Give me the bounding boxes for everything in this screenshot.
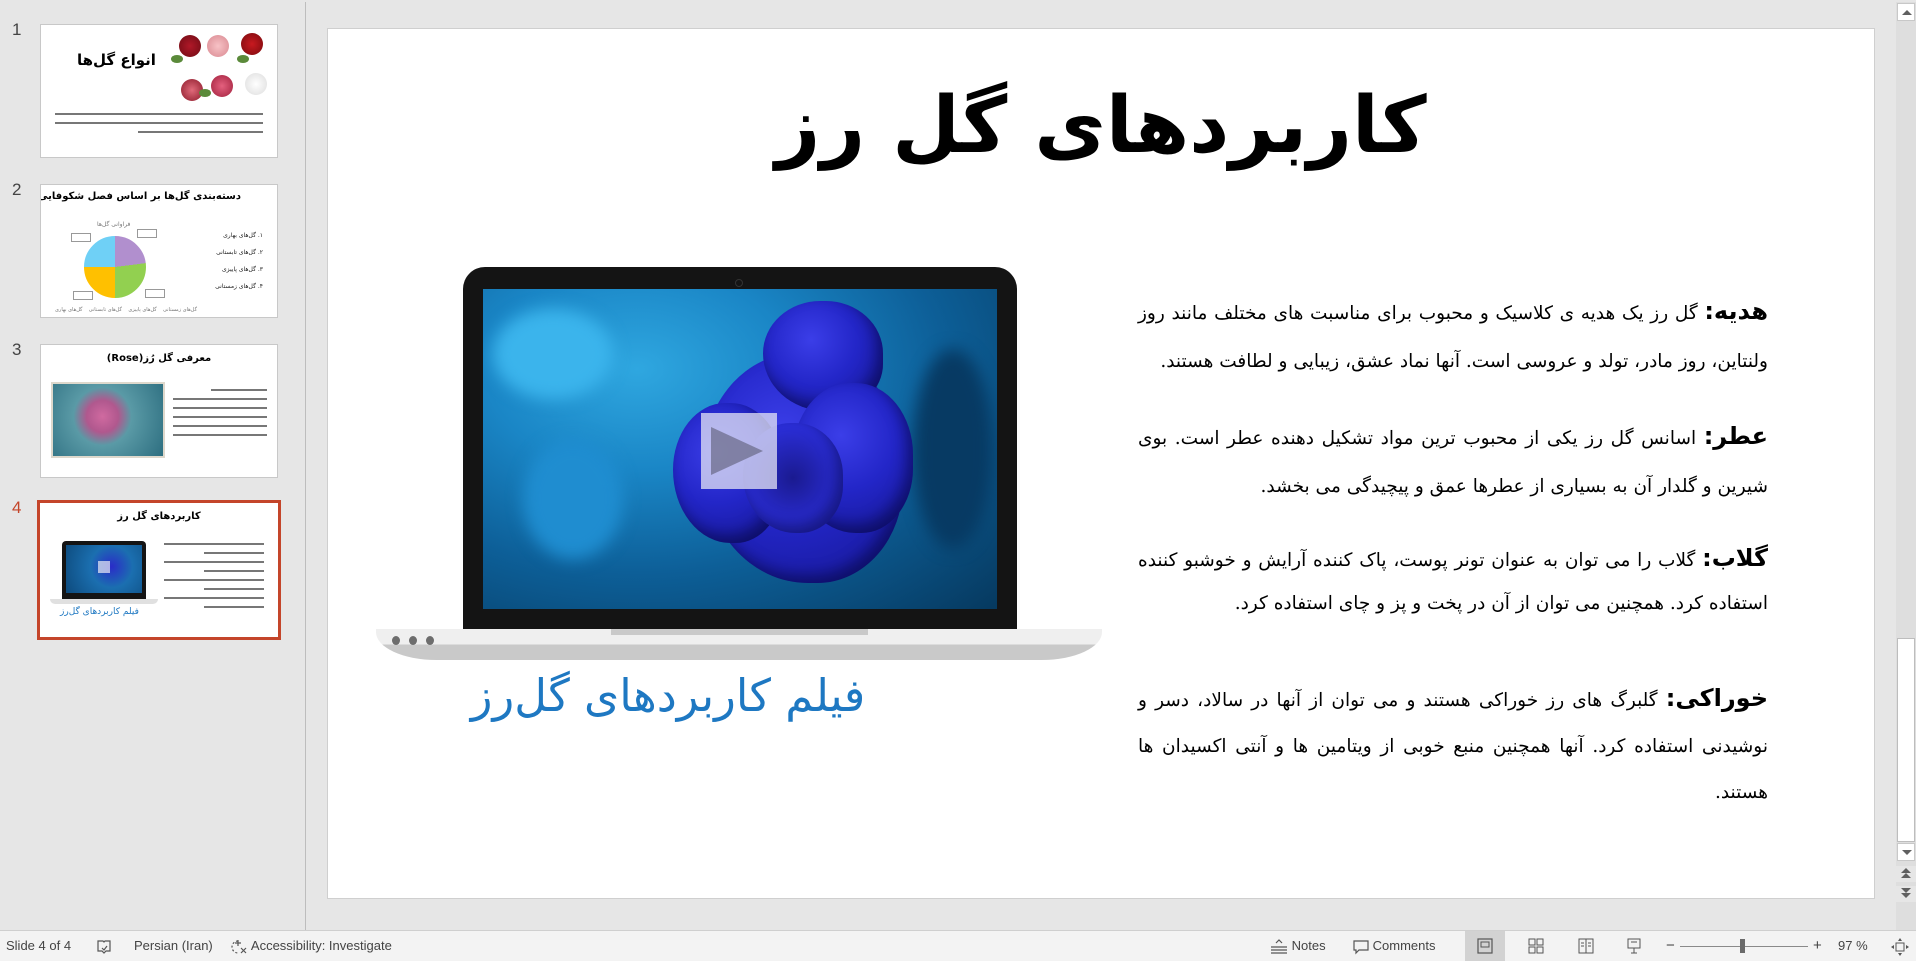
slide-thumbnail-2[interactable]: دسته‌بندی گل‌ها بر اساس فصل شکوفایی فراو… bbox=[40, 184, 278, 318]
indicator-dot bbox=[409, 636, 417, 645]
vertical-scrollbar[interactable] bbox=[1896, 2, 1916, 930]
arrow-up-icon bbox=[1902, 10, 1912, 15]
thumbnail-caption: فیلم کاربردهای گل‌رز bbox=[60, 607, 139, 617]
reading-view-button[interactable] bbox=[1566, 931, 1606, 961]
previous-slide-button[interactable] bbox=[1896, 866, 1916, 882]
thumbnail-text bbox=[55, 113, 263, 140]
paragraph-keyword: عطر: bbox=[1703, 422, 1768, 450]
scroll-down-button[interactable] bbox=[1897, 843, 1915, 861]
slide-sorter-button[interactable] bbox=[1516, 931, 1556, 961]
fit-window-icon bbox=[1891, 937, 1909, 956]
thumbnail-text bbox=[173, 389, 267, 443]
paragraph-text: اسانس گل رز یکی از محبوب ترین مواد تشکیل… bbox=[1138, 428, 1768, 497]
double-arrow-down-icon-part bbox=[1901, 893, 1911, 898]
thumbnail-title: انواع گل‌ها bbox=[77, 51, 156, 69]
scrollbar-thumb[interactable] bbox=[1897, 638, 1915, 842]
thumbnail-number: 3 bbox=[12, 340, 22, 359]
pie-chart bbox=[83, 235, 147, 299]
comments-button[interactable]: Comments bbox=[1353, 931, 1435, 961]
laptop-thumbnail bbox=[62, 541, 146, 599]
arrow-down-icon bbox=[1902, 850, 1912, 855]
slide-thumbnail-1[interactable]: انواع گل‌ها bbox=[40, 24, 278, 158]
powerpoint-window: 1 انواع گل‌ها 2 دسته‌بندی گل‌ها بر اساس … bbox=[0, 0, 1916, 961]
language-indicator[interactable]: Persian (Iran) bbox=[134, 931, 213, 961]
zoom-in-button[interactable]: + bbox=[1813, 931, 1822, 961]
slide-title[interactable]: کاربردهای گل رز bbox=[328, 81, 1874, 171]
paragraph-perfume: عطر: اسانس گل رز یکی از محبوب ترین مواد … bbox=[1138, 412, 1768, 511]
video-player[interactable] bbox=[483, 289, 997, 609]
thumbnail-title: معرفی گل رُز(Rose) bbox=[106, 353, 212, 364]
paragraph-text: گلاب را می توان به عنوان تونر پوست، پاک … bbox=[1138, 550, 1768, 614]
rose-photo bbox=[51, 382, 165, 458]
chart-legend: گل‌های زمستانی گل‌های پاییزی گل‌های تابس… bbox=[55, 307, 197, 313]
spell-check-icon[interactable] bbox=[96, 931, 112, 961]
comment-icon bbox=[1353, 939, 1369, 955]
zoom-slider-handle[interactable] bbox=[1739, 939, 1745, 953]
grid-icon bbox=[1528, 938, 1544, 954]
normal-view-button[interactable] bbox=[1465, 931, 1505, 961]
content-text-box[interactable]: هدیه: گل رز یک هدیه ی کلاسیک و محبوب برا… bbox=[1138, 287, 1768, 842]
comments-label: Comments bbox=[1372, 938, 1436, 953]
thumbnail-title: دسته‌بندی گل‌ها بر اساس فصل شکوفایی bbox=[40, 191, 241, 202]
slide-counter[interactable]: Slide 4 of 4 bbox=[6, 931, 71, 961]
webcam-icon bbox=[735, 279, 743, 287]
pane-splitter[interactable] bbox=[305, 2, 306, 930]
book-icon bbox=[1578, 938, 1594, 954]
accessibility-label: Accessibility: Investigate bbox=[250, 938, 392, 953]
play-button[interactable] bbox=[701, 413, 777, 489]
laptop-lid bbox=[463, 267, 1017, 629]
fit-to-window-button[interactable] bbox=[1890, 931, 1910, 961]
blue-rose-image bbox=[643, 293, 923, 603]
paragraph-rosewater: گلاب: گلاب را می توان به عنوان تونر پوست… bbox=[1138, 537, 1768, 625]
accessibility-button[interactable]: Accessibility: Investigate bbox=[230, 931, 392, 961]
paragraph-gift: هدیه: گل رز یک هدیه ی کلاسیک و محبوب برا… bbox=[1138, 287, 1768, 386]
play-icon bbox=[711, 427, 763, 475]
presentation-icon bbox=[1627, 938, 1641, 954]
indicator-dot bbox=[426, 636, 434, 645]
accessibility-icon bbox=[231, 939, 247, 954]
paragraph-keyword: گلاب: bbox=[1702, 544, 1768, 572]
status-bar: Slide 4 of 4 Persian (Iran) Accessibilit… bbox=[0, 930, 1916, 961]
thumbnail-number: 1 bbox=[12, 20, 22, 39]
notes-icon bbox=[1271, 938, 1287, 954]
thumbnail-number: 2 bbox=[12, 180, 22, 199]
indicator-dot bbox=[392, 636, 400, 645]
thumbnail-title: کاربردهای گل رز bbox=[117, 511, 201, 522]
slide-thumbnail-pane: 1 انواع گل‌ها 2 دسته‌بندی گل‌ها بر اساس … bbox=[0, 0, 305, 930]
slide-canvas[interactable]: کاربردهای گل رز bbox=[327, 28, 1875, 899]
thumbnail-text bbox=[164, 543, 264, 615]
notes-button[interactable]: Notes bbox=[1270, 931, 1326, 961]
video-laptop-frame[interactable] bbox=[376, 267, 1102, 662]
normal-view-icon bbox=[1477, 938, 1493, 954]
slide-thumbnail-3[interactable]: معرفی گل رُز(Rose) bbox=[40, 344, 278, 478]
paragraph-edible: خوراکی: گلبرگ های رز خوراکی هستند و می ت… bbox=[1138, 675, 1768, 816]
double-arrow-up-icon-part bbox=[1901, 873, 1911, 878]
slideshow-button[interactable] bbox=[1614, 931, 1654, 961]
zoom-level[interactable]: 97 % bbox=[1838, 931, 1868, 961]
paragraph-keyword: خوراکی: bbox=[1665, 684, 1768, 712]
paragraph-text: گل رز یک هدیه ی کلاسیک و محبوب برای مناس… bbox=[1138, 303, 1768, 372]
laptop-hinge bbox=[611, 629, 868, 635]
video-caption[interactable]: فیلم کاربردهای گل‌رز bbox=[448, 669, 888, 722]
pie-chart-title: فراوانی گل‌ها bbox=[97, 221, 131, 228]
next-slide-button[interactable] bbox=[1896, 886, 1916, 902]
thumbnail-number: 4 bbox=[12, 498, 22, 517]
zoom-out-button[interactable]: − bbox=[1666, 931, 1675, 961]
slide-thumbnail-4[interactable]: کاربردهای گل رز فیلم کاربردهای گل‌رز bbox=[37, 500, 281, 640]
scroll-up-button[interactable] bbox=[1897, 3, 1915, 21]
paragraph-keyword: هدیه: bbox=[1704, 297, 1768, 325]
notes-label: Notes bbox=[1291, 938, 1326, 953]
season-list: ۱. گل‌های بهاری ۲. گل‌های تابستانی ۳. گل… bbox=[215, 232, 263, 290]
